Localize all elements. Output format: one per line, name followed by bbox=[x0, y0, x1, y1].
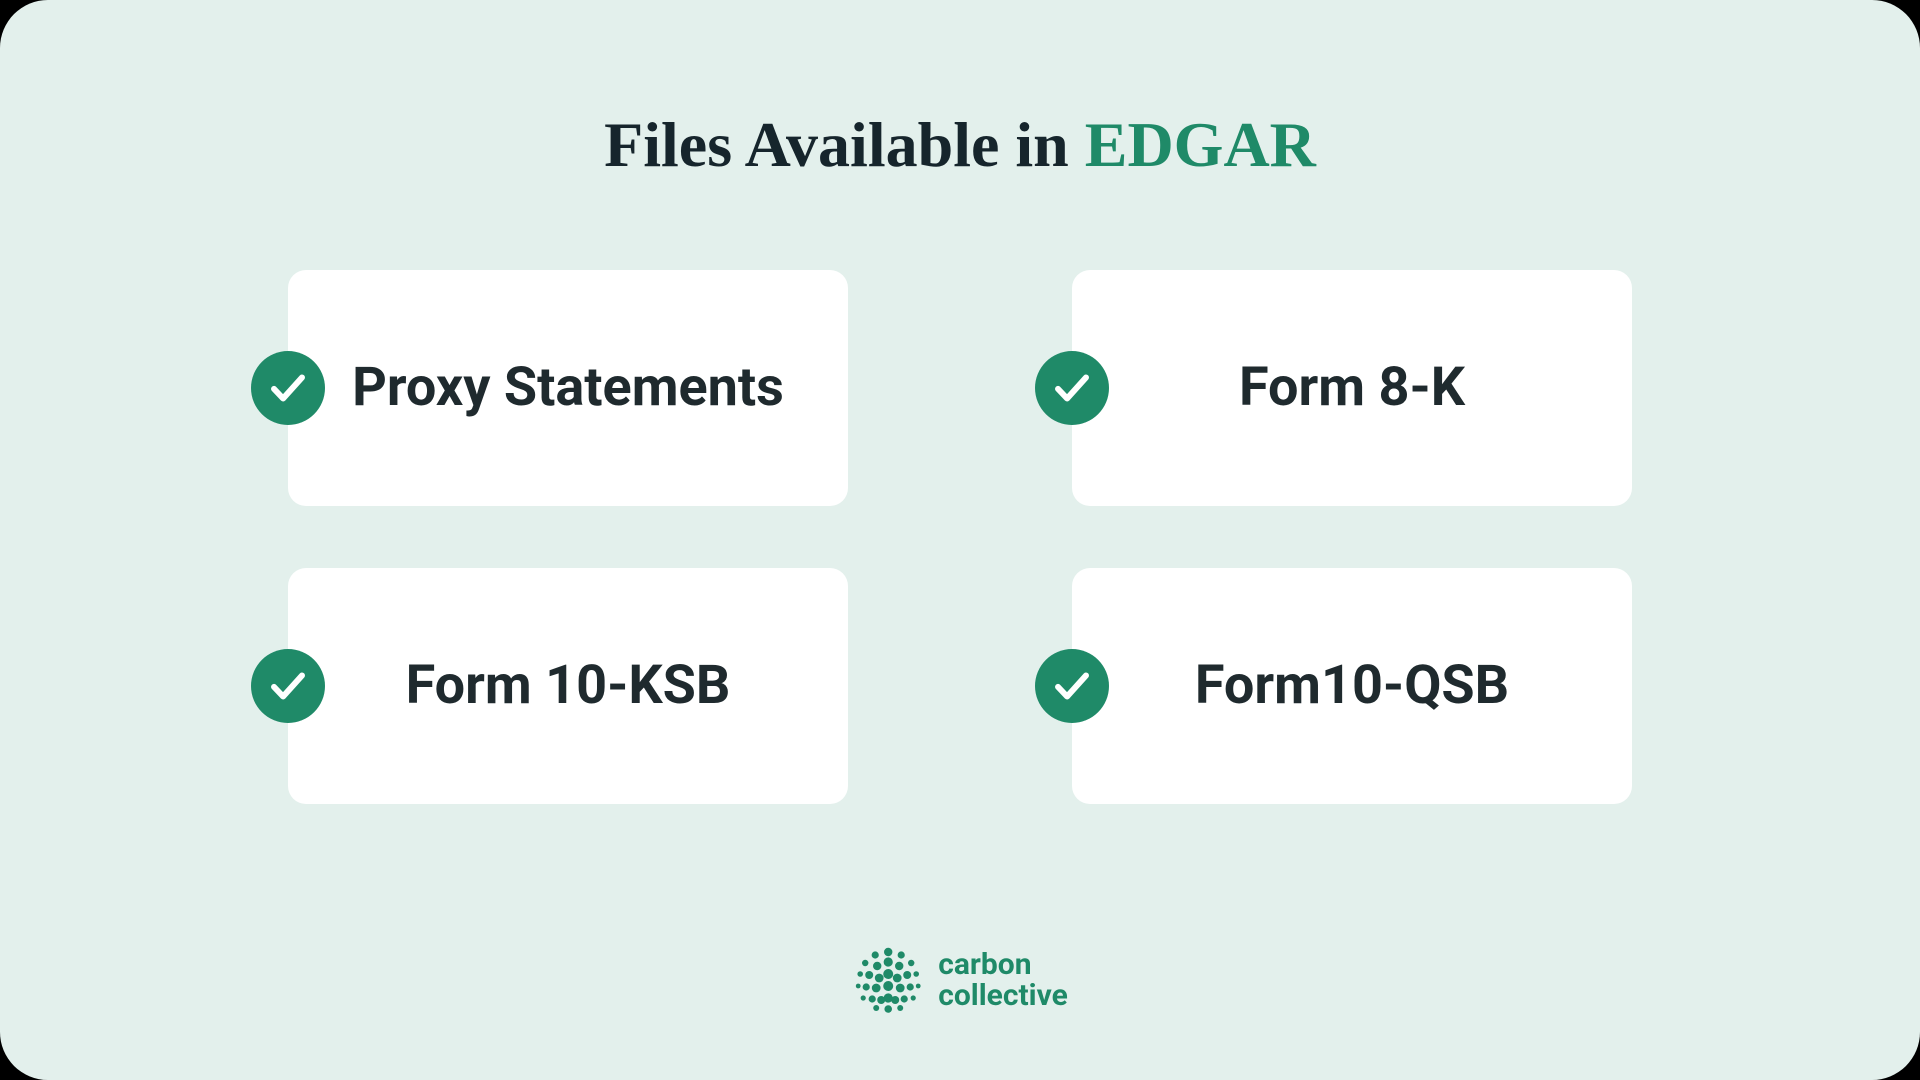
card-label: Form10-QSB bbox=[1195, 652, 1509, 720]
card-form-8k: Form 8-K bbox=[1072, 270, 1632, 506]
brand-logo: carbon collective bbox=[852, 944, 1068, 1016]
check-icon bbox=[1035, 649, 1109, 723]
check-icon bbox=[1035, 351, 1109, 425]
brand-line-2: collective bbox=[938, 980, 1068, 1012]
card-proxy-statements: Proxy Statements bbox=[288, 270, 848, 506]
info-panel: Files Available in EDGAR Proxy Statement… bbox=[0, 0, 1920, 1080]
title-prefix: Files Available in bbox=[604, 109, 1085, 180]
brand-line-1: carbon bbox=[938, 949, 1068, 981]
title-highlight: EDGAR bbox=[1085, 109, 1316, 180]
check-icon bbox=[251, 351, 325, 425]
page-title: Files Available in EDGAR bbox=[0, 0, 1920, 182]
card-form-10qsb: Form10-QSB bbox=[1072, 568, 1632, 804]
check-icon bbox=[251, 649, 325, 723]
card-label: Proxy Statements bbox=[352, 354, 784, 422]
brand-mark-icon bbox=[852, 944, 924, 1016]
card-form-10ksb: Form 10-KSB bbox=[288, 568, 848, 804]
card-label: Form 10-KSB bbox=[406, 652, 731, 720]
brand-name: carbon collective bbox=[938, 949, 1068, 1012]
card-label: Form 8-K bbox=[1239, 354, 1465, 422]
card-grid: Proxy Statements Form 8-K Form 10-KSB Fo… bbox=[0, 270, 1920, 804]
